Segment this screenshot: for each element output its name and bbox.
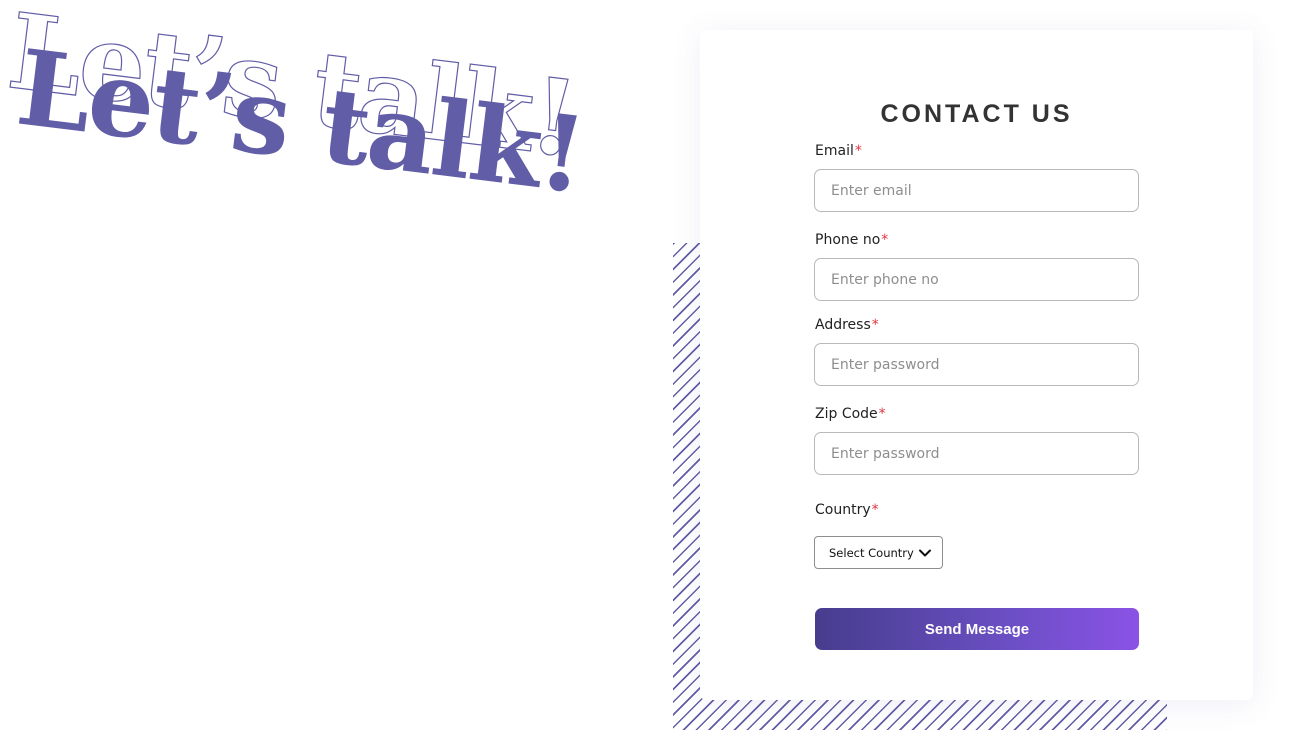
phone-field[interactable] <box>814 258 1139 301</box>
zip-label-text: Zip Code <box>815 406 878 422</box>
address-label-text: Address <box>815 317 871 333</box>
required-mark: * <box>854 143 862 159</box>
hero-heading-graphic: Let’s talk! Let’s talk! <box>2 0 591 217</box>
address-label: Address* <box>815 317 879 333</box>
required-mark: * <box>881 232 889 248</box>
country-select[interactable]: Select Country <box>814 536 943 569</box>
email-label-text: Email <box>815 143 854 159</box>
phone-label: Phone no* <box>815 232 888 248</box>
country-label: Country* <box>815 502 879 518</box>
required-mark: * <box>871 317 879 333</box>
send-message-button[interactable]: Send Message <box>815 608 1139 650</box>
country-label-text: Country <box>815 502 871 518</box>
contact-card: CONTACT US Email* Phone no* Address* Zip… <box>700 30 1253 700</box>
zip-label: Zip Code* <box>815 406 886 422</box>
hero-heading: Let’s talk! Let’s talk! <box>0 0 660 220</box>
country-select-value: Select Country <box>829 545 914 560</box>
required-mark: * <box>871 502 879 518</box>
email-label: Email* <box>815 143 862 159</box>
phone-label-text: Phone no <box>815 232 881 248</box>
chevron-down-icon <box>919 549 931 557</box>
form-title: CONTACT US <box>880 100 1073 128</box>
required-mark: * <box>878 406 886 422</box>
zip-field[interactable] <box>814 432 1139 475</box>
address-field[interactable] <box>814 343 1139 386</box>
email-field[interactable] <box>814 169 1139 212</box>
